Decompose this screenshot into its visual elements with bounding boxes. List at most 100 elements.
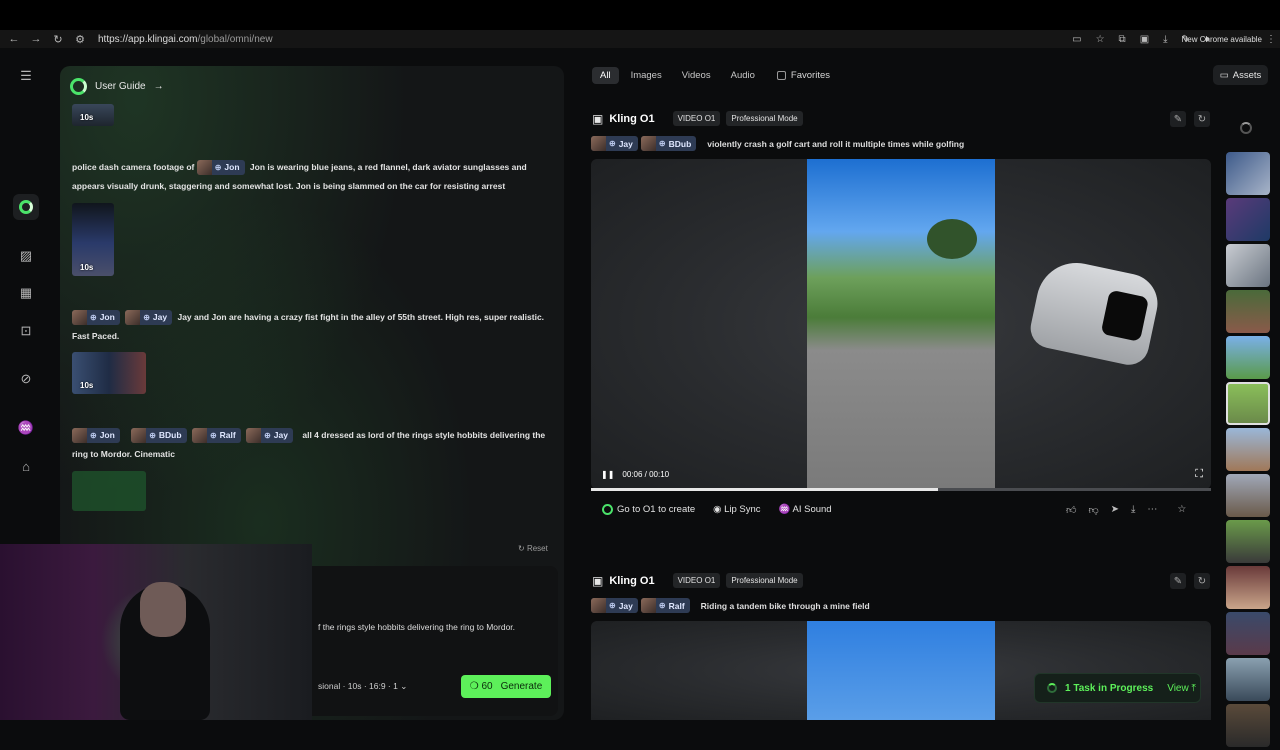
settings-label: sional · 10s · 16:9 · 1 [318, 681, 398, 691]
regenerate-icon[interactable]: ↻ [1194, 573, 1210, 589]
character-icon: ⊕ [143, 313, 150, 323]
character-chip[interactable]: ⊕ BDub [640, 136, 697, 151]
history-thumbnail[interactable] [1226, 290, 1270, 333]
favorite-star-icon[interactable]: ☆ [1177, 504, 1186, 516]
chat-prompt: ⊕ Jon ⊕ Jay Jay and Jon are having a crazy… [72, 308, 552, 346]
nav-omni[interactable] [13, 194, 39, 220]
mode-tag: Professional Mode [726, 573, 803, 588]
card-prompt: ⊕ Jay ⊕ BDub violently crash a golf cart a… [591, 136, 964, 151]
history-thumbnail[interactable] [1226, 244, 1270, 287]
character-icon: ⊕ [609, 601, 616, 610]
character-chip[interactable]: ⊕ BDub [131, 428, 187, 444]
video-icon[interactable]: ▦ [13, 280, 39, 306]
character-chip[interactable]: ⊕ Jon [196, 160, 245, 176]
media-filter-tabs: All Images Videos Audio Favorites [592, 65, 830, 85]
history-thumbnail[interactable] [1226, 428, 1270, 471]
chip-label: Jon [99, 430, 115, 441]
site-settings-icon[interactable]: ⚙ [72, 33, 88, 46]
tab-images[interactable]: Images [623, 67, 670, 84]
video-player[interactable] [591, 621, 1211, 720]
history-thumbnail[interactable] [1226, 336, 1270, 379]
menu-icon[interactable]: ☰ [13, 63, 39, 89]
character-chip[interactable]: ⊕ Ralf [640, 598, 690, 613]
more-icon[interactable]: ⋯ [1147, 504, 1157, 516]
character-chip[interactable]: ⊕ Jon [72, 310, 120, 326]
forward-icon[interactable]: → [28, 33, 44, 45]
video-model-icon: ▣ [592, 573, 604, 588]
address-bar[interactable]: https://app.klingai.com/global/omni/new [98, 34, 273, 45]
favorites-checkbox[interactable]: Favorites [776, 70, 830, 81]
progress-fill [591, 488, 939, 491]
star-icon[interactable]: ☆ [1096, 34, 1105, 45]
edit-icon[interactable]: ✎ [1170, 573, 1186, 589]
character-chip[interactable]: ⊕ Jay [591, 598, 638, 613]
history-thumbnail[interactable] [1226, 152, 1270, 195]
character-chip[interactable]: ⊕ Jay [591, 136, 638, 151]
effects-icon[interactable]: ⊘ [13, 366, 39, 392]
cast-icon[interactable]: ▣ [1140, 34, 1149, 45]
screen-icon[interactable]: ▭ [1072, 34, 1081, 45]
history-thumbnail-selected[interactable] [1226, 382, 1270, 425]
history-thumbnail[interactable] [1226, 566, 1270, 609]
history-thumbnail[interactable] [1226, 520, 1270, 563]
loading-spinner-icon [1047, 683, 1057, 693]
reset-button[interactable]: ↻ Reset [518, 544, 548, 553]
character-chip[interactable]: ⊕ Jon [72, 428, 120, 444]
result-thumbnail[interactable]: 10s [72, 352, 146, 394]
thumbs-down-icon[interactable]: 👎︎ [1088, 504, 1098, 516]
reload-icon[interactable]: ↻ [50, 33, 66, 46]
edit-icon[interactable]: ✎ [1170, 111, 1186, 127]
history-thumbnail[interactable] [1226, 612, 1270, 655]
history-thumbnail[interactable] [1226, 704, 1270, 747]
card-actions: ✎ ↻ [1170, 573, 1210, 589]
video-progress-bar[interactable] [591, 488, 1211, 491]
result-thumbnail[interactable]: 10s [72, 104, 114, 126]
video-player[interactable]: ❚❚ 00:06 / 00:10 ⛶ [591, 159, 1211, 489]
image-icon[interactable]: ▨ [13, 243, 39, 269]
download-icon[interactable]: ⤓ [1131, 504, 1135, 516]
character-icon: ⊕ [209, 431, 217, 441]
avatar [72, 428, 87, 444]
go-to-o1-button[interactable]: Go to O1 to create [602, 504, 695, 515]
download-icon[interactable]: ⤓ [1163, 34, 1167, 45]
generation-settings-dropdown[interactable]: sional · 10s · 16:9 · 1 ⌄ [318, 681, 407, 692]
result-thumbnail[interactable]: 10s [72, 203, 114, 276]
user-guide-link[interactable]: User Guide → [70, 78, 164, 95]
avatar [246, 428, 262, 444]
character-chip[interactable]: ⊕ Jay [125, 310, 173, 326]
regenerate-icon[interactable]: ↻ [1194, 111, 1210, 127]
prompt-input-text[interactable]: f the rings style hobbits delivering the… [318, 622, 515, 632]
tab-videos[interactable]: Videos [674, 67, 719, 84]
tab-audio[interactable]: Audio [723, 67, 763, 84]
history-thumbnail[interactable] [1226, 198, 1270, 241]
back-icon[interactable]: ← [6, 33, 22, 45]
model-name: Kling O1 [609, 112, 655, 125]
view-tasks-button[interactable]: View ⤒ [1167, 683, 1196, 694]
fullscreen-icon[interactable]: ⛶ [1195, 468, 1203, 481]
duration-badge: 10s [80, 113, 94, 122]
thumbs-up-icon[interactable]: 👍︎ [1066, 504, 1076, 516]
extensions-icon[interactable]: ⧉ [1119, 34, 1126, 45]
audio-icon[interactable]: ♒ [13, 415, 39, 441]
duration-badge: 10s [80, 263, 94, 272]
share-icon[interactable]: ➤ [1111, 504, 1119, 516]
generating-placeholder [72, 471, 146, 511]
history-thumbnail[interactable] [1226, 658, 1270, 701]
avatar-icon[interactable]: ⊡ [13, 318, 39, 344]
character-chip[interactable]: ⊕ Ralf [191, 428, 241, 444]
assets-button[interactable]: ▭ Assets [1213, 65, 1268, 85]
generate-cost: 60 [481, 681, 493, 692]
chrome-update-label[interactable]: New Chrome available [1182, 35, 1262, 44]
pause-icon[interactable]: ❚❚ [601, 470, 614, 479]
ai-sound-button[interactable]: ♒ AI Sound [779, 504, 832, 515]
character-icon: ⊕ [658, 139, 666, 148]
lip-sync-button[interactable]: ◉ Lip Sync [713, 504, 760, 515]
assets-nav-icon[interactable]: ⌂ [13, 453, 39, 479]
generate-button[interactable]: ❍ 60 Generate [461, 675, 551, 698]
character-chip[interactable]: ⊕ Jay [246, 428, 293, 444]
tab-all[interactable]: All [592, 66, 619, 84]
history-thumbnail[interactable] [1226, 474, 1270, 517]
browser-menu-icon[interactable]: ⋮ [1266, 34, 1276, 45]
card-action-row: Go to O1 to create ◉ Lip Sync ♒ AI Sound [602, 504, 832, 515]
duration-badge: 10s [80, 381, 94, 390]
